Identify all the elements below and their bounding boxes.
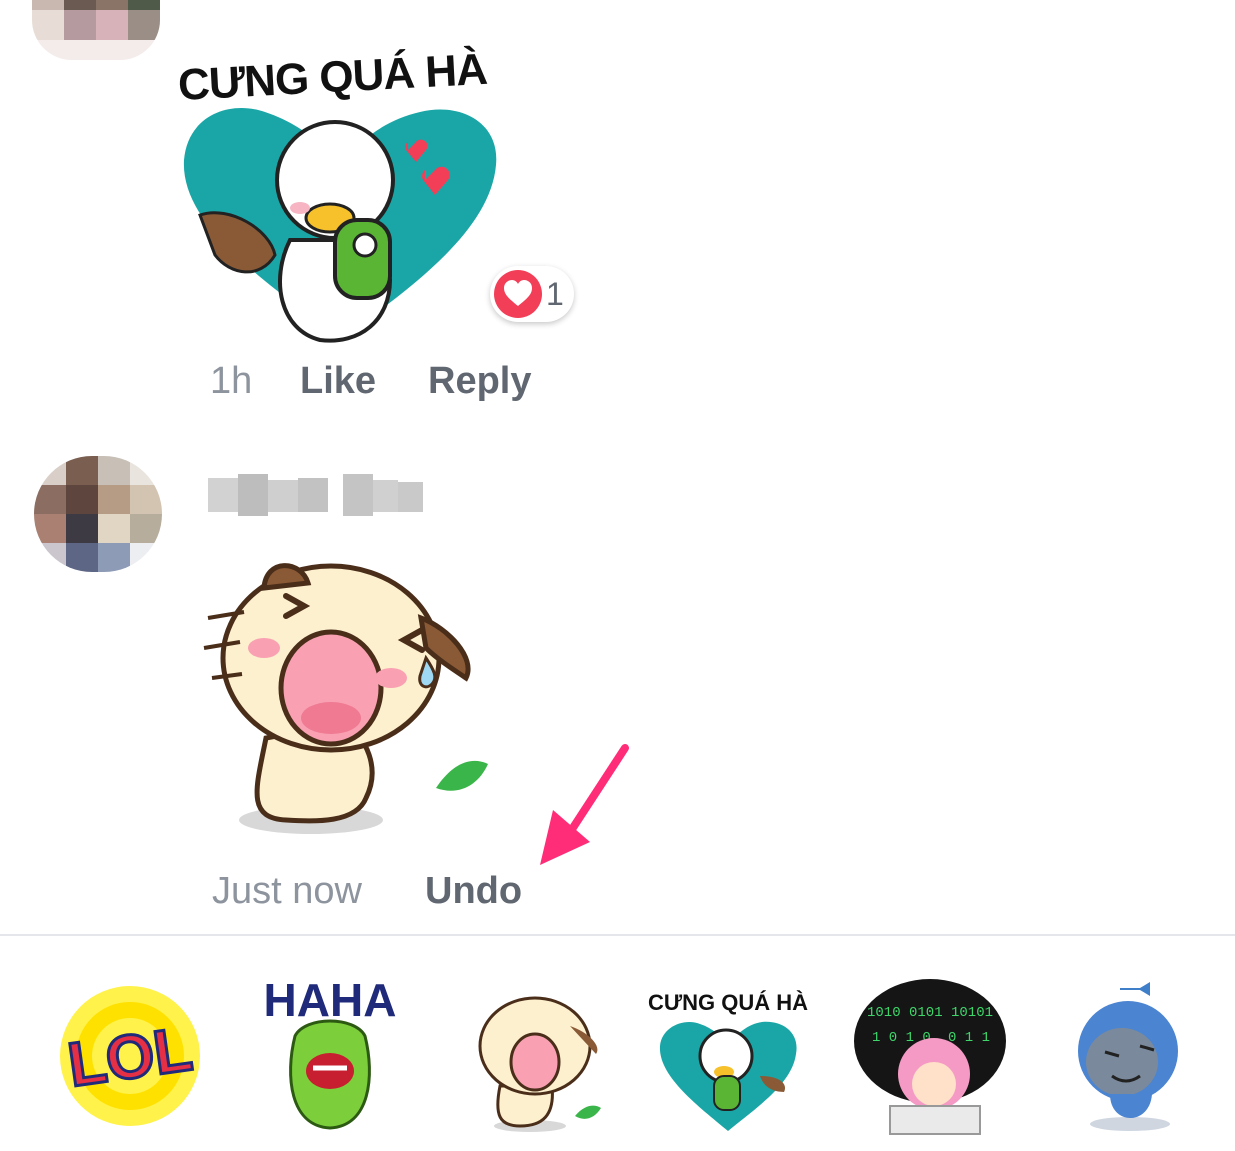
svg-text:1010 0101 10101: 1010 0101 10101 bbox=[867, 1005, 993, 1021]
cat-tongue bbox=[301, 702, 361, 734]
green-toy-eye bbox=[352, 232, 378, 258]
commenter-name-blurred[interactable] bbox=[208, 474, 423, 516]
avatar-user-2[interactable] bbox=[34, 456, 162, 572]
like-button[interactable]: Like bbox=[300, 360, 376, 403]
leaf-icon bbox=[436, 760, 488, 791]
green-toy bbox=[333, 218, 392, 300]
blue-bird-sticker[interactable] bbox=[1050, 976, 1220, 1136]
laughing-cat-sticker[interactable] bbox=[450, 976, 620, 1136]
avatar-user-1[interactable] bbox=[32, 0, 160, 60]
svg-text:CƯNG QUÁ HÀ: CƯNG QUÁ HÀ bbox=[648, 990, 808, 1015]
cat-ear-left bbox=[261, 563, 312, 591]
love-reaction-icon bbox=[494, 270, 542, 318]
laughing-cat-sticker[interactable] bbox=[186, 548, 496, 848]
duck-blush bbox=[290, 202, 310, 214]
svg-text:0 1 1: 0 1 1 bbox=[948, 1030, 990, 1046]
undo-button[interactable]: Undo bbox=[425, 870, 522, 913]
cat-blush bbox=[248, 638, 280, 658]
svg-text:HAHA: HAHA bbox=[264, 976, 397, 1026]
comment-timestamp: Just now bbox=[212, 870, 362, 912]
reaction-badge[interactable]: 1 bbox=[490, 266, 574, 322]
sticker-tray: LOL HAHA CƯNG QUÁ HÀ 1010 0101 10101 1 0… bbox=[0, 936, 1235, 1151]
binary-girl-sticker[interactable]: 1010 0101 10101 1 0 1 0 0 1 1 bbox=[845, 976, 1015, 1136]
lol-sticker[interactable]: LOL bbox=[45, 976, 215, 1136]
sticker-caption: CƯNG QUÁ HÀ bbox=[177, 44, 488, 110]
cat-blush bbox=[375, 668, 407, 688]
annotation-arrow-icon bbox=[540, 744, 629, 865]
comment-timestamp: 1h bbox=[210, 360, 253, 402]
cung-qua-ha-sticker[interactable]: CƯNG QUÁ HÀ bbox=[645, 976, 815, 1136]
duck-heart-sticker[interactable]: CƯNG QUÁ HÀ bbox=[170, 40, 510, 350]
haha-ghost-sticker[interactable]: HAHA bbox=[245, 976, 415, 1136]
reply-button[interactable]: Reply bbox=[428, 360, 531, 403]
reaction-count: 1 bbox=[546, 276, 564, 312]
